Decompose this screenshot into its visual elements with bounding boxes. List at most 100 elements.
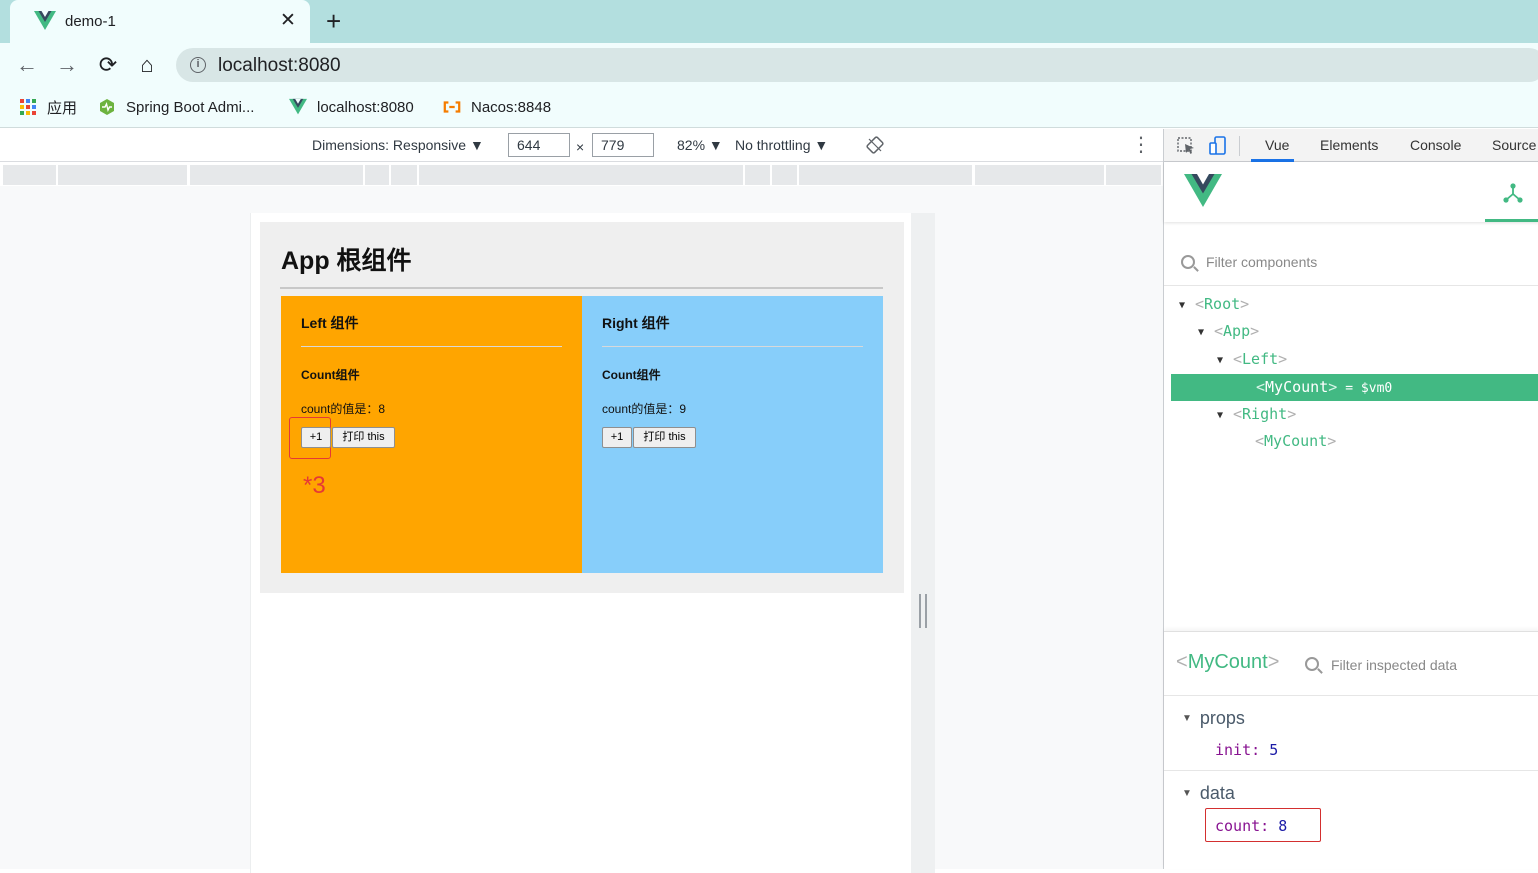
props-section-toggle[interactable]: ▼ props <box>1182 708 1245 729</box>
search-icon <box>1181 255 1195 269</box>
vue-logo-icon <box>34 11 56 30</box>
device-toolbar: Dimensions: Responsive ▼ × 82% ▼ No thro… <box>0 129 1163 162</box>
active-view-indicator <box>1485 219 1538 222</box>
ruler-segment[interactable] <box>365 165 389 185</box>
print-this-button[interactable]: 打印 this <box>633 427 696 448</box>
reload-button[interactable]: ⟳ <box>96 53 120 77</box>
tab-elements[interactable]: Elements <box>1320 137 1378 153</box>
tree-node-left[interactable]: ▼ <Left> <box>1217 346 1287 373</box>
bookmark-localhost[interactable]: localhost:8080 <box>289 97 414 117</box>
ruler-segment[interactable] <box>1106 165 1161 185</box>
bookmark-spring-boot-admin[interactable]: Spring Boot Admi... <box>98 97 254 117</box>
bookmark-label: Spring Boot Admi... <box>126 98 255 116</box>
divider <box>1164 770 1538 771</box>
print-this-button[interactable]: 打印 this <box>332 427 395 448</box>
increment-button[interactable]: +1 <box>301 427 331 448</box>
spring-boot-admin-icon <box>100 99 114 115</box>
data-count[interactable]: count: 8 <box>1215 817 1287 835</box>
component-inspector: <MyCount> Filter inspected data ▼ props i… <box>1164 631 1538 869</box>
tree-node-app[interactable]: ▼ <App> <box>1198 318 1259 345</box>
media-query-ruler[interactable] <box>0 162 1163 186</box>
bookmark-apps[interactable]: 应用 <box>19 97 77 117</box>
bookmark-nacos[interactable]: Nacos:8848 <box>443 97 551 117</box>
filter-components-input[interactable]: Filter components <box>1206 254 1317 270</box>
app-title: App 根组件 <box>281 247 412 275</box>
count-value: count的值是：8 <box>301 402 386 416</box>
devtools-tab-bar: Vue Elements Console Source <box>1164 129 1538 162</box>
divider <box>280 287 883 289</box>
ruler-segment[interactable] <box>772 165 797 185</box>
vue-logo-icon <box>289 98 307 115</box>
vue-logo-icon <box>1184 174 1222 207</box>
height-input[interactable] <box>592 133 654 157</box>
caret-down-icon[interactable]: ▼ <box>1217 402 1227 429</box>
ruler-segment[interactable] <box>799 165 972 185</box>
ruler-segment[interactable] <box>975 165 1104 185</box>
app-root-component: App 根组件 Left 组件 Count组件 count的值是：8 +1 打印… <box>260 222 904 593</box>
ruler-segment[interactable] <box>190 165 363 185</box>
tab-strip: demo-1 ✕ + <box>0 0 1538 43</box>
component-filter[interactable]: Filter components <box>1164 238 1538 286</box>
caret-down-icon[interactable]: ▼ <box>1179 292 1189 319</box>
viewport-resize-handle[interactable] <box>919 594 927 628</box>
inspector-header: <MyCount> Filter inspected data <box>1164 632 1538 696</box>
apps-grid-icon <box>20 99 36 115</box>
inspect-element-icon[interactable] <box>1176 136 1196 156</box>
tab-console[interactable]: Console <box>1410 137 1461 153</box>
nacos-icon <box>443 101 461 113</box>
tree-node-right[interactable]: ▼ <Right> <box>1217 401 1296 428</box>
bookmark-label: Nacos:8848 <box>471 98 552 116</box>
ruler-segment[interactable] <box>419 165 743 185</box>
inspected-component-name: <MyCount> <box>1176 651 1280 673</box>
annotation-text: *3 <box>303 472 326 499</box>
new-tab-button[interactable]: + <box>326 7 341 35</box>
caret-down-icon[interactable]: ▼ <box>1182 713 1192 724</box>
divider <box>602 346 863 347</box>
count-component-title: Count组件 <box>301 368 360 382</box>
data-section-toggle[interactable]: ▼ data <box>1182 783 1235 804</box>
vm-reference: = $vm0 <box>1345 381 1393 396</box>
home-button[interactable]: ⌂ <box>135 53 159 77</box>
vue-devtools-header <box>1164 162 1538 222</box>
component-tree-icon[interactable] <box>1502 182 1524 204</box>
tree-node-mycount-selected[interactable]: <MyCount> = $vm0 <box>1171 374 1538 401</box>
browser-tab[interactable]: demo-1 ✕ <box>10 0 310 43</box>
rotate-icon[interactable] <box>866 136 884 154</box>
divider <box>301 346 562 347</box>
ruler-segment[interactable] <box>58 165 187 185</box>
times-sign: × <box>576 139 585 155</box>
count-component-title: Count组件 <box>602 368 661 382</box>
site-info-icon[interactable]: i <box>190 57 206 73</box>
caret-down-icon[interactable]: ▼ <box>1217 347 1227 374</box>
increment-button[interactable]: +1 <box>602 427 632 448</box>
bookmark-label: 应用 <box>47 99 78 117</box>
caret-down-icon[interactable]: ▼ <box>1198 319 1208 346</box>
ruler-segment[interactable] <box>745 165 770 185</box>
count-value: count的值是：9 <box>602 402 687 416</box>
tab-vue[interactable]: Vue <box>1265 137 1289 153</box>
close-tab-icon[interactable]: ✕ <box>280 9 296 33</box>
emulated-page: App 根组件 Left 组件 Count组件 count的值是：8 +1 打印… <box>250 213 911 873</box>
ruler-segment[interactable] <box>3 165 56 185</box>
prop-init[interactable]: init: 5 <box>1215 741 1278 759</box>
ruler-segment[interactable] <box>391 165 417 185</box>
tree-node-root[interactable]: ▼ <Root> <box>1179 291 1249 318</box>
caret-down-icon[interactable]: ▼ <box>1182 788 1192 799</box>
right-component: Right 组件 Count组件 count的值是：9 +1 打印 this <box>582 296 883 573</box>
throttling-select[interactable]: No throttling ▼ <box>735 137 828 153</box>
tab-sources[interactable]: Source <box>1492 137 1536 153</box>
dimensions-select[interactable]: Dimensions: Responsive ▼ <box>312 137 484 153</box>
more-options-icon[interactable]: ⋮ <box>1131 133 1151 157</box>
viewport-scrollbar[interactable] <box>911 213 935 873</box>
zoom-select[interactable]: 82% ▼ <box>677 137 723 153</box>
tree-node-mycount[interactable]: <MyCount> <box>1255 428 1336 455</box>
device-toggle-icon[interactable] <box>1208 136 1228 156</box>
left-component: Left 组件 Count组件 count的值是：8 +1 打印 this *3 <box>281 296 582 573</box>
address-bar[interactable]: i localhost:8080 <box>176 48 1538 82</box>
filter-inspected-input[interactable]: Filter inspected data <box>1331 657 1457 673</box>
tab-title: demo-1 <box>65 13 116 30</box>
forward-button[interactable]: → <box>55 53 79 77</box>
width-input[interactable] <box>508 133 570 157</box>
back-button[interactable]: ← <box>15 53 39 77</box>
bookmark-label: localhost:8080 <box>317 98 414 116</box>
